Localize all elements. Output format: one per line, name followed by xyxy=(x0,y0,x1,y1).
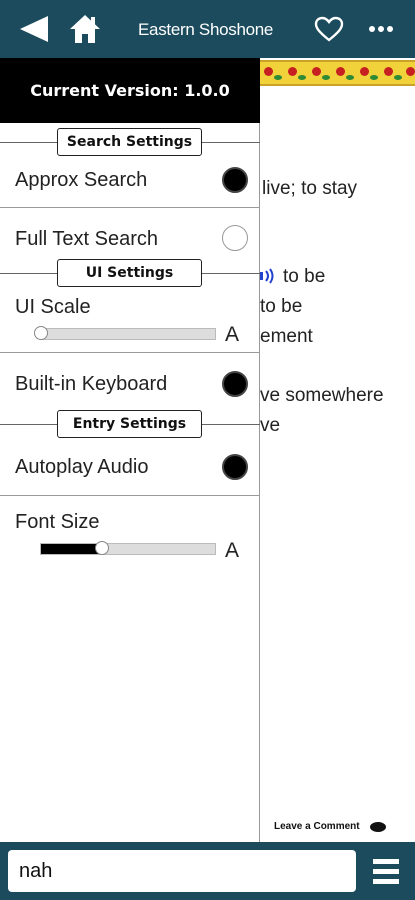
section-header-ui-settings: UI Settings xyxy=(57,259,202,287)
entry-text-line: ve xyxy=(260,415,281,436)
back-button[interactable] xyxy=(18,0,52,58)
home-icon xyxy=(70,15,100,43)
section-header-search-settings: Search Settings xyxy=(57,128,202,156)
row-divider xyxy=(0,495,260,496)
font-size-slider[interactable] xyxy=(40,541,216,555)
menu-button[interactable] xyxy=(370,856,402,888)
favorite-button[interactable] xyxy=(311,0,347,58)
entry-text-line: ement xyxy=(260,326,313,347)
font-size-slider-fill xyxy=(41,544,102,554)
entry-text-line: live; to stay xyxy=(262,178,358,199)
approx-search-label: Approx Search xyxy=(15,169,148,191)
back-arrow-icon xyxy=(20,16,48,42)
entry-text-line: to be xyxy=(283,266,326,287)
builtin-keyboard-radio[interactable] xyxy=(222,371,248,397)
row-divider xyxy=(0,352,260,353)
font-size-label: Font Size xyxy=(15,511,100,533)
section-header-entry-settings: Entry Settings xyxy=(57,410,202,438)
autoplay-audio-label: Autoplay Audio xyxy=(15,456,149,478)
full-text-search-radio[interactable] xyxy=(222,225,248,251)
hamburger-menu-icon xyxy=(373,859,399,884)
more-options-button[interactable] xyxy=(363,0,399,58)
comment-bubble-icon xyxy=(369,821,386,832)
builtin-keyboard-label: Built-in Keyboard xyxy=(15,373,168,395)
bottom-bar xyxy=(0,842,415,900)
entry-text-line: ve somewhere xyxy=(260,385,384,406)
leave-comment-label: Leave a Comment xyxy=(274,821,360,832)
font-size-slider-thumb[interactable] xyxy=(94,541,109,555)
home-button[interactable] xyxy=(66,0,104,58)
font-size-max-label: A xyxy=(225,539,240,562)
ui-scale-max-label: A xyxy=(225,323,240,346)
ui-scale-slider[interactable] xyxy=(34,326,216,340)
settings-drawer: Current Version: 1.0.0 Search Settings A… xyxy=(0,58,260,842)
search-input[interactable] xyxy=(8,850,356,892)
entry-text-line: to be xyxy=(260,296,303,317)
audio-speaker-icon[interactable] xyxy=(259,267,277,285)
version-header: Current Version: 1.0.0 xyxy=(0,58,260,123)
floral-banner xyxy=(258,60,415,86)
full-text-search-label: Full Text Search xyxy=(15,228,159,250)
approx-search-radio[interactable] xyxy=(222,167,248,193)
leave-comment-link[interactable]: Leave a Comment xyxy=(274,821,386,832)
autoplay-audio-radio[interactable] xyxy=(222,454,248,480)
ui-scale-label: UI Scale xyxy=(15,296,91,318)
more-dots-icon xyxy=(369,26,393,32)
heart-icon xyxy=(314,16,344,42)
row-divider xyxy=(0,207,260,208)
top-bar: Eastern Shoshone xyxy=(0,0,415,58)
app-title: Eastern Shoshone xyxy=(138,20,274,39)
ui-scale-slider-thumb[interactable] xyxy=(34,326,48,340)
